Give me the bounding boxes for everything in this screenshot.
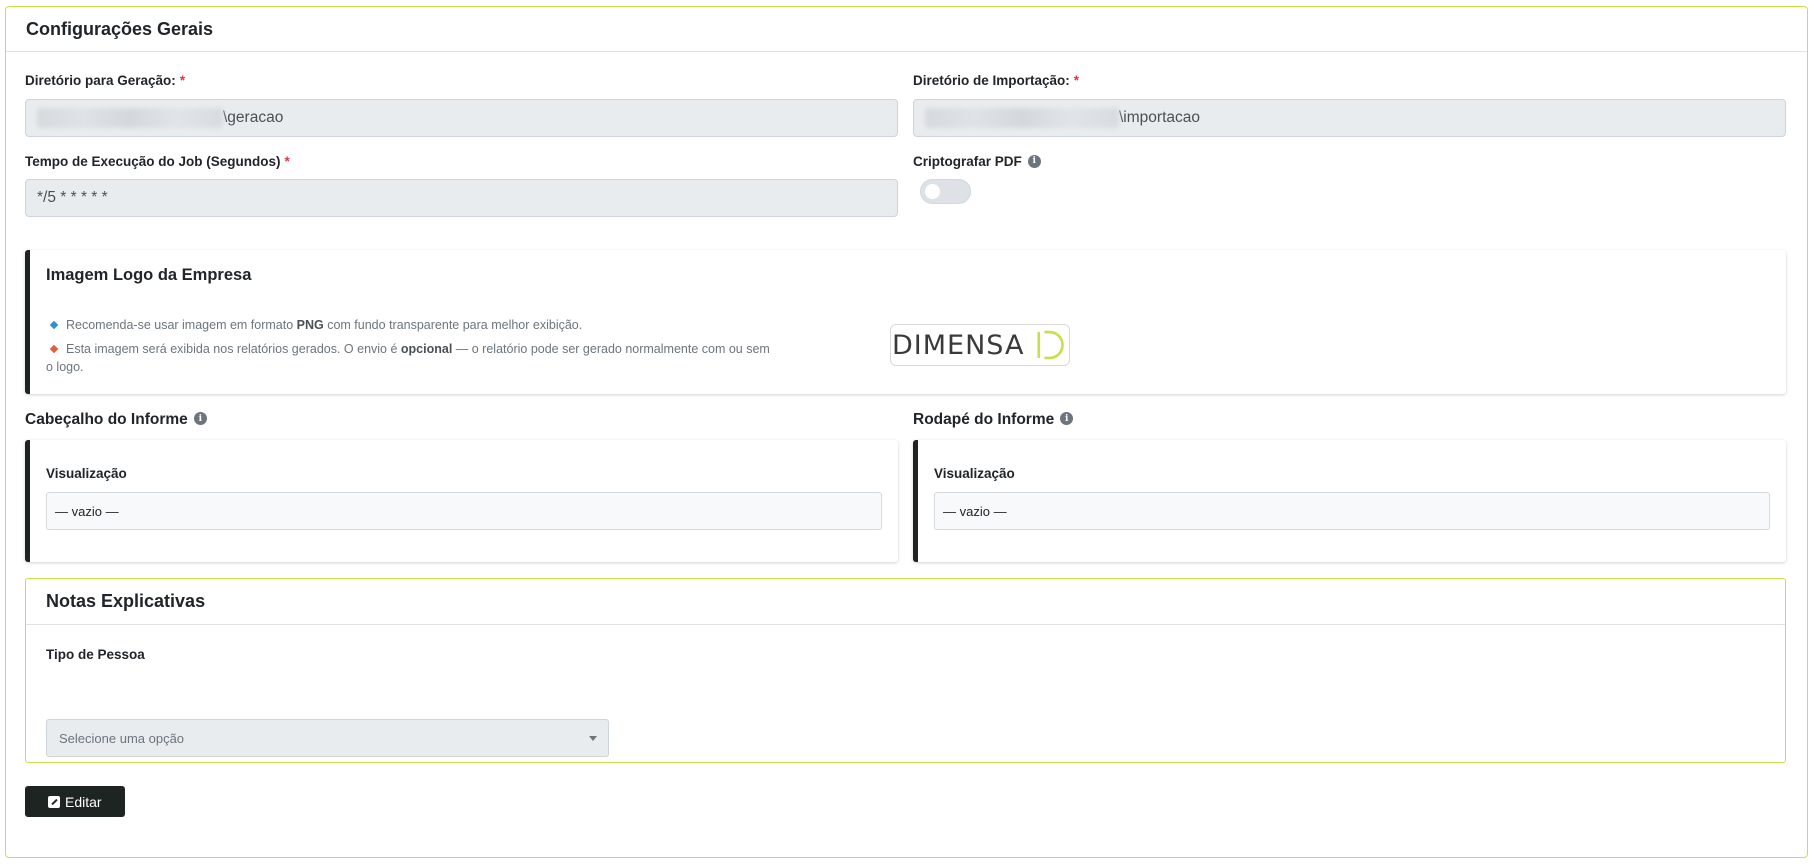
encrypt-pdf-label: Criptografar PDF i <box>913 154 1041 169</box>
header-preview-panel: Visualização — vazio — <box>25 440 898 562</box>
required-marker: * <box>179 73 186 88</box>
info-icon[interactable]: i <box>1027 154 1041 168</box>
person-type-select[interactable]: Selecione uma opção <box>46 719 609 757</box>
info-icon[interactable]: i <box>1060 412 1074 426</box>
notes-title: Notas Explicativas <box>26 579 1785 625</box>
edit-button[interactable]: Editar <box>25 786 125 817</box>
footer-preview-panel: Visualização — vazio — <box>913 440 1786 562</box>
header-section-label-text: Cabeçalho do Informe <box>25 411 188 428</box>
header-preview-value: — vazio — <box>55 503 119 519</box>
edit-icon <box>48 795 60 808</box>
hint-1-bold: PNG <box>296 318 324 332</box>
redacted-path <box>37 108 223 128</box>
logo-wordmark: DIMENSA <box>892 329 1025 361</box>
job-time-value: */5 * * * * * <box>37 189 108 206</box>
job-time-input[interactable]: */5 * * * * * <box>25 179 898 217</box>
header-section-label: Cabeçalho do Informe i <box>25 411 207 429</box>
chevron-down-icon <box>589 736 597 741</box>
footer-preview-box: — vazio — <box>934 492 1770 530</box>
orange-diamond-icon <box>49 344 59 354</box>
card-title: Configurações Gerais <box>6 7 1807 52</box>
logo-hint-2: Esta imagem será exibida nos relatórios … <box>46 340 776 376</box>
footer-section-label: Rodapé do Informe i <box>913 411 1074 429</box>
person-type-placeholder: Selecione uma opção <box>59 730 185 746</box>
company-logo-image: DIMENSA <box>890 324 1070 366</box>
hint-2-text: Esta imagem será exibida nos relatórios … <box>66 342 401 356</box>
footer-preview-value: — vazio — <box>943 503 1007 519</box>
encrypt-pdf-label-text: Criptografar PDF <box>913 154 1022 169</box>
header-viz-label: Visualização <box>46 466 127 481</box>
footer-viz-label: Visualização <box>934 466 1015 481</box>
dimensa-d-mark-icon <box>1037 330 1065 360</box>
toggle-knob <box>925 184 940 199</box>
redacted-path <box>925 108 1119 128</box>
blue-diamond-icon <box>49 320 59 330</box>
gen-dir-label: Diretório para Geração: * <box>25 73 185 88</box>
import-dir-input[interactable]: \importacao <box>913 99 1786 137</box>
logo-hint-1: Recomenda-se usar imagem em formato PNG … <box>46 316 766 334</box>
notes-card: Notas Explicativas Tipo de Pessoa Seleci… <box>25 578 1786 763</box>
job-time-label: Tempo de Execução do Job (Segundos) * <box>25 154 290 169</box>
required-marker: * <box>284 154 290 169</box>
info-icon[interactable]: i <box>193 412 207 426</box>
footer-section-label-text: Rodapé do Informe <box>913 411 1055 428</box>
gen-dir-input[interactable]: \geracao <box>25 99 898 137</box>
hint-1-text: Recomenda-se usar imagem em formato <box>66 318 297 332</box>
job-time-label-text: Tempo de Execução do Job (Segundos) <box>25 154 281 169</box>
gen-dir-suffix: \geracao <box>223 109 284 126</box>
logo-panel: Imagem Logo da Empresa Recomenda-se usar… <box>25 250 1786 394</box>
encrypt-pdf-toggle[interactable] <box>920 179 971 204</box>
header-preview-box: — vazio — <box>46 492 882 530</box>
hint-2-bold: opcional <box>400 342 453 356</box>
required-marker: * <box>1073 73 1080 88</box>
edit-button-label: Editar <box>65 793 102 810</box>
hint-1-text-end: com fundo transparente para melhor exibi… <box>323 318 583 332</box>
person-type-label: Tipo de Pessoa <box>46 647 145 662</box>
gen-dir-label-text: Diretório para Geração: <box>25 73 176 88</box>
import-dir-suffix: \importacao <box>1119 109 1200 126</box>
logo-panel-title: Imagem Logo da Empresa <box>46 266 252 284</box>
import-dir-label-text: Diretório de Importação: <box>913 73 1070 88</box>
import-dir-label: Diretório de Importação: * <box>913 73 1079 88</box>
